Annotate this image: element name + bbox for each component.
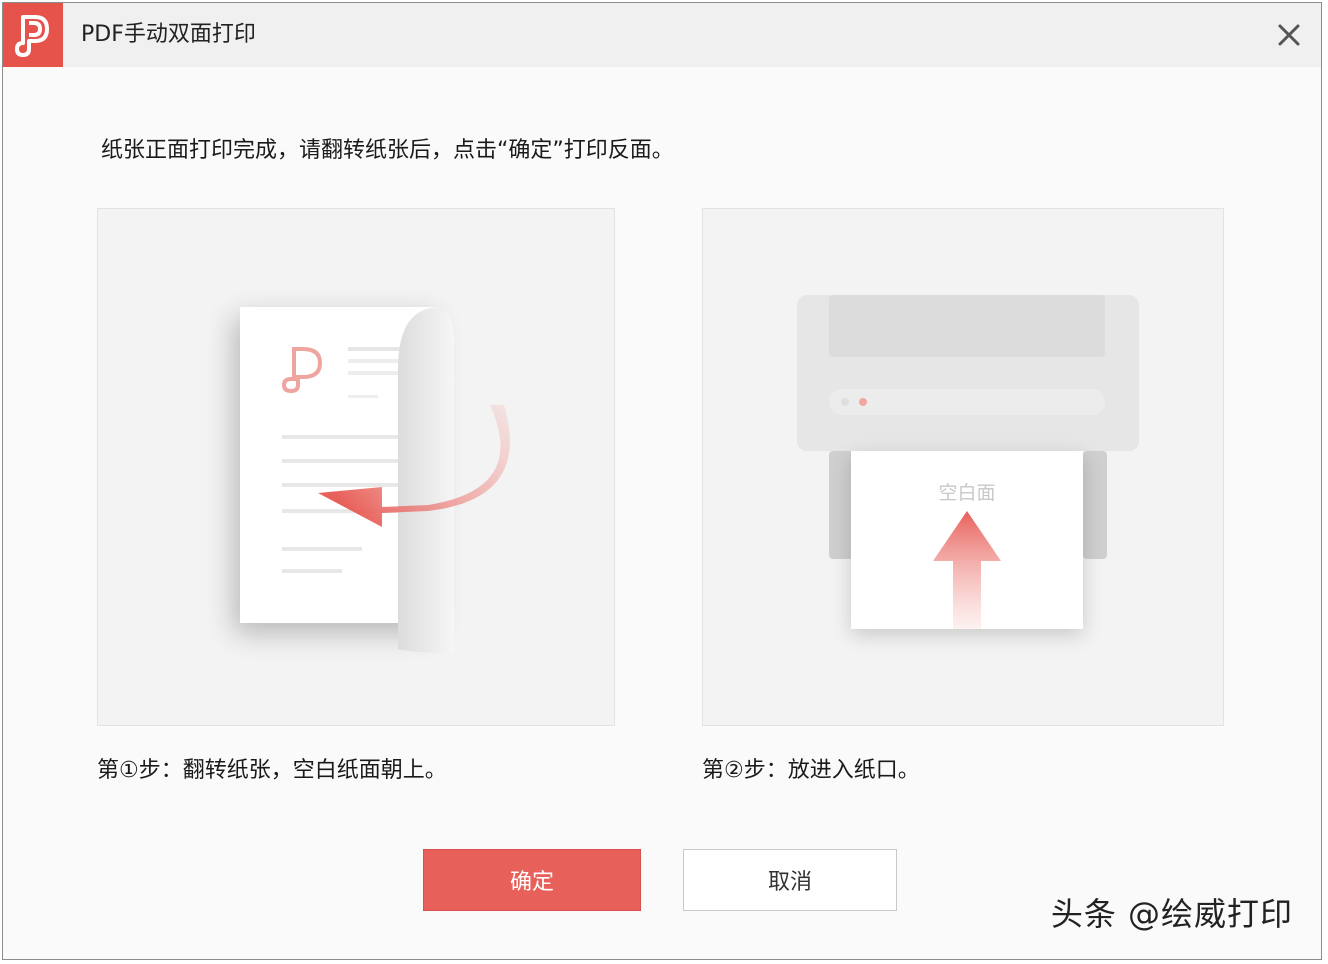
- instruction-text: 纸张正面打印完成，请翻转纸张后，点击“确定”打印反面。: [101, 138, 674, 163]
- confirm-button[interactable]: 确定: [423, 849, 641, 911]
- close-icon: [1278, 24, 1300, 46]
- app-logo: [3, 3, 63, 67]
- blank-side-label: 空白面: [938, 482, 995, 504]
- watermark-text: 头条 @绘威打印: [1050, 895, 1293, 933]
- pdf-logo-icon: [15, 15, 49, 57]
- close-button[interactable]: [1271, 17, 1307, 53]
- step2-illustration: 空白面: [702, 208, 1224, 726]
- printer-illustration: 空白面: [797, 295, 1139, 629]
- cancel-button[interactable]: 取消: [683, 849, 897, 911]
- step1-label: 第①步：翻转纸张，空白纸面朝上。: [97, 758, 447, 783]
- flip-paper-illustration: [240, 307, 510, 653]
- step2-label: 第②步：放进入纸口。: [702, 758, 920, 783]
- title-bar: PDF手动双面打印: [3, 3, 1321, 67]
- step1-illustration: [97, 208, 615, 726]
- window-title: PDF手动双面打印: [81, 22, 256, 47]
- dialog-window: PDF手动双面打印 纸张正面打印完成，请翻转纸张后，点击“确定”打印反面。 空白…: [2, 2, 1322, 960]
